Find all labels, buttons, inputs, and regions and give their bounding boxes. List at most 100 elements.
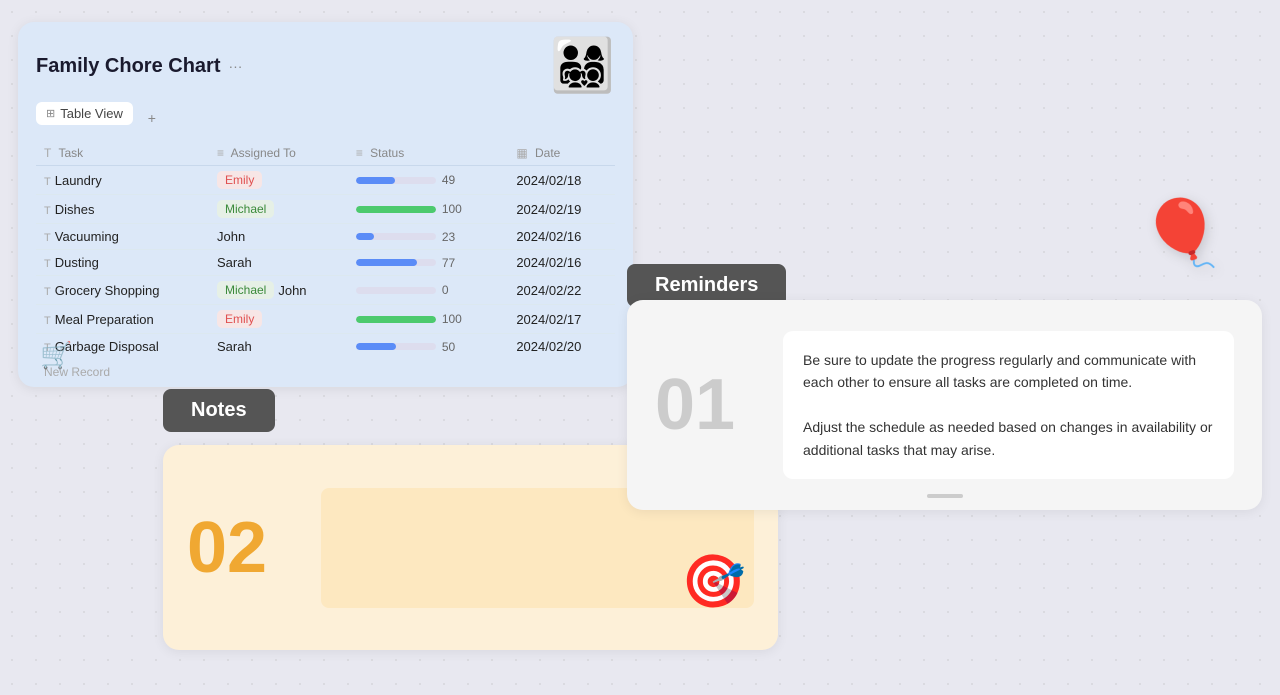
table-row: TMeal Preparation Emily 100 2024/02/17	[36, 305, 615, 334]
progress-bar-bg	[356, 343, 436, 350]
reminders-number: 01	[655, 364, 755, 446]
progress-num: 100	[442, 312, 462, 326]
assigned-badge: Michael	[217, 281, 274, 299]
chore-card-header: Family Chore Chart ··· 👨‍👩‍👧‍👦	[36, 40, 615, 92]
progress-wrap: 100	[356, 312, 501, 326]
task-type-icon: T	[44, 232, 51, 244]
chore-title-row: Family Chore Chart ···	[36, 55, 242, 78]
progress-bar-fill	[356, 343, 396, 350]
reminders-card: 01 Be sure to update the progress regula…	[627, 300, 1262, 510]
assigned-cell: John	[209, 224, 348, 250]
progress-bar-bg	[356, 287, 436, 294]
task-type-icon: T	[44, 205, 51, 217]
progress-num: 23	[442, 230, 462, 244]
col-date: ▦ Date	[508, 141, 615, 166]
progress-bar-bg	[356, 259, 436, 266]
assigned-badge: Michael	[217, 200, 274, 218]
assigned-cell: Sarah	[209, 250, 348, 276]
assigned-cell: Michael John	[209, 276, 348, 305]
progress-wrap: 100	[356, 202, 501, 216]
col-assigned: ≡ Assigned To	[209, 141, 348, 166]
progress-wrap: 50	[356, 340, 501, 354]
table-view-tab[interactable]: ⊞ Table View	[36, 102, 133, 125]
target-icon: 🎯	[681, 551, 746, 612]
status-cell: 50	[348, 334, 509, 360]
progress-num: 0	[442, 283, 462, 297]
table-row: TDishes Michael 100 2024/02/19	[36, 195, 615, 224]
progress-bar-bg	[356, 177, 436, 184]
new-record-btn[interactable]: New Record	[36, 359, 615, 385]
task-type-icon: T	[44, 258, 51, 270]
task-type-icon: T	[44, 286, 51, 298]
table-header-row: T Task ≡ Assigned To ≡ Status ▦ Date	[36, 141, 615, 166]
assigned-badge: John	[278, 283, 306, 298]
task-cell: TMeal Preparation	[36, 305, 209, 334]
reminders-text-line1: Be sure to update the progress regularly…	[803, 349, 1214, 394]
table-row: TVacuumingJohn 23 2024/02/16	[36, 224, 615, 250]
progress-num: 49	[442, 173, 462, 187]
notes-label[interactable]: Notes	[163, 389, 275, 432]
task-cell: TDishes	[36, 195, 209, 224]
progress-wrap: 23	[356, 230, 501, 244]
balloon-icon: 🎈	[1135, 189, 1230, 280]
task-type-icon: T	[44, 315, 51, 327]
chore-more-btn[interactable]: ···	[228, 58, 242, 74]
date-cell: 2024/02/18	[508, 166, 615, 195]
status-col-icon: ≡	[356, 146, 363, 160]
date-cell: 2024/02/22	[508, 276, 615, 305]
progress-num: 50	[442, 340, 462, 354]
col-task: T Task	[36, 141, 209, 166]
status-cell: 100	[348, 305, 509, 334]
progress-wrap: 77	[356, 256, 501, 270]
date-col-icon: ▦	[516, 146, 527, 160]
assigned-cell: Michael	[209, 195, 348, 224]
reminders-text-line2: Adjust the schedule as needed based on c…	[803, 416, 1214, 461]
chore-table: T Task ≡ Assigned To ≡ Status ▦ Date TLa…	[36, 141, 615, 359]
task-cell: TLaundry	[36, 166, 209, 195]
task-cell: TVacuuming	[36, 224, 209, 250]
task-cell: TDusting	[36, 250, 209, 276]
progress-wrap: 49	[356, 173, 501, 187]
status-cell: 0	[348, 276, 509, 305]
shopping-cart-icon: 🛒	[40, 340, 72, 371]
progress-num: 100	[442, 202, 462, 216]
reminders-text: Be sure to update the progress regularly…	[783, 331, 1234, 479]
progress-bar-fill	[356, 206, 436, 213]
table-row: TLaundry Emily 49 2024/02/18	[36, 166, 615, 195]
scroll-stub	[927, 494, 963, 498]
table-icon: ⊞	[46, 107, 55, 120]
progress-bar-fill	[356, 177, 395, 184]
progress-bar-fill	[356, 316, 436, 323]
task-cell: TGrocery Shopping	[36, 276, 209, 305]
status-cell: 23	[348, 224, 509, 250]
multi-badge: Michael John	[217, 281, 340, 299]
date-cell: 2024/02/16	[508, 250, 615, 276]
progress-bar-fill	[356, 259, 418, 266]
progress-bar-bg	[356, 233, 436, 240]
date-cell: 2024/02/19	[508, 195, 615, 224]
status-cell: 77	[348, 250, 509, 276]
add-view-btn[interactable]: +	[141, 107, 163, 129]
task-col-icon: T	[44, 146, 51, 160]
assigned-badge: Emily	[217, 310, 262, 328]
progress-wrap: 0	[356, 283, 501, 297]
progress-bar-fill	[356, 233, 374, 240]
table-row: TGrocery Shopping Michael John 0 2024/02/22	[36, 276, 615, 305]
assigned-cell: Sarah	[209, 334, 348, 360]
table-row: TGarbage DisposalSarah502024/02/20	[36, 334, 615, 360]
assigned-cell: Emily	[209, 166, 348, 195]
date-cell: 2024/02/16	[508, 224, 615, 250]
chore-chart-card: Family Chore Chart ··· 👨‍👩‍👧‍👦 ⊞ Table V…	[18, 22, 633, 387]
status-cell: 49	[348, 166, 509, 195]
assigned-badge: Emily	[217, 171, 262, 189]
table-row: TDustingSarah 77 2024/02/16	[36, 250, 615, 276]
family-emoji: 👨‍👩‍👧‍👦	[550, 40, 615, 92]
progress-bar-bg	[356, 206, 436, 213]
date-cell: 2024/02/20	[508, 334, 615, 360]
chore-title: Family Chore Chart	[36, 55, 220, 78]
assigned-cell: Emily	[209, 305, 348, 334]
table-view-label: Table View	[60, 106, 123, 121]
progress-num: 77	[442, 256, 462, 270]
status-cell: 100	[348, 195, 509, 224]
date-cell: 2024/02/17	[508, 305, 615, 334]
